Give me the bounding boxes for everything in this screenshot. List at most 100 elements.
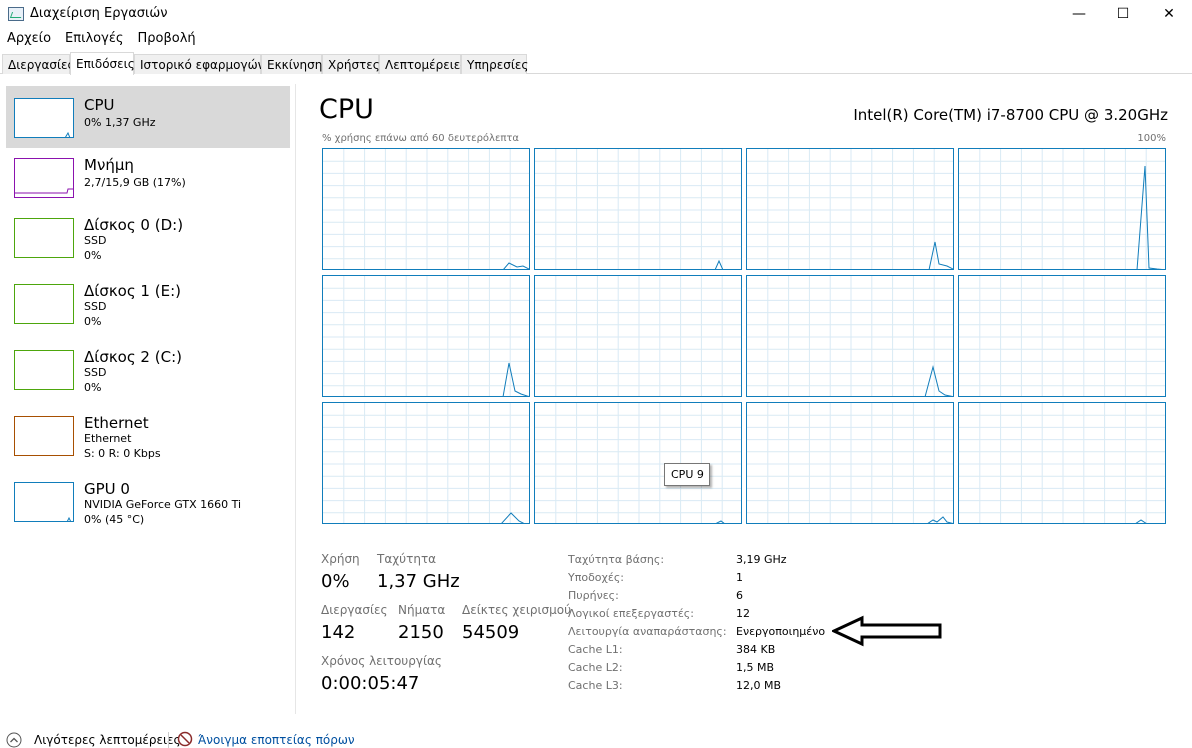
disk-thumbnail-graph bbox=[14, 350, 74, 390]
cpu-core-graph-5[interactable] bbox=[534, 275, 742, 397]
speed-value: 1,37 GHz bbox=[377, 571, 460, 592]
sidebar-item-gpu-0[interactable]: GPU 0 NVIDIA GeForce GTX 1660 Ti 0% (45 … bbox=[6, 470, 290, 532]
spec-label: Υποδοχές: bbox=[568, 571, 624, 584]
processes-value: 142 bbox=[321, 622, 356, 643]
tab-processes[interactable]: Διεργασίες bbox=[2, 54, 75, 74]
spec-value: 1,5 MB bbox=[736, 661, 775, 674]
cpu-core-graph-0[interactable] bbox=[322, 148, 530, 270]
minimize-button[interactable]: — bbox=[1056, 0, 1102, 28]
handles-value: 54509 bbox=[462, 622, 520, 643]
close-button[interactable]: ✕ bbox=[1146, 0, 1192, 28]
processes-label: Διεργασίες bbox=[321, 603, 388, 617]
uptime-value: 0:00:05:47 bbox=[321, 673, 420, 694]
sidebar-item-disk-2[interactable]: Δίσκος 2 (C:) SSD 0% bbox=[6, 338, 290, 400]
sidebar-item-title: GPU 0 bbox=[84, 480, 130, 498]
footer-bar: Λιγότερες λεπτομέρειες Άνοιγμα εποπτείας… bbox=[0, 728, 1192, 748]
sidebar-item-title: Δίσκος 2 (C:) bbox=[84, 348, 182, 366]
cpu-model-name: Intel(R) Core(TM) i7-8700 CPU @ 3.20GHz bbox=[853, 106, 1168, 124]
sidebar-item-disk-1[interactable]: Δίσκος 1 (E:) SSD 0% bbox=[6, 272, 290, 334]
spec-label: Cache L2: bbox=[568, 661, 623, 674]
sidebar-item-type: SSD bbox=[84, 366, 107, 379]
sidebar-item-title: CPU bbox=[84, 96, 115, 114]
title-bar: Διαχείριση Εργασιών — ☐ ✕ bbox=[0, 0, 1192, 28]
sidebar-item-title: Δίσκος 1 (E:) bbox=[84, 282, 181, 300]
spec-value: 12,0 MB bbox=[736, 679, 782, 692]
cpu-core-graph-7[interactable] bbox=[958, 275, 1166, 397]
cpu-core-graph-1[interactable] bbox=[534, 148, 742, 270]
threads-value: 2150 bbox=[398, 622, 444, 643]
spec-value: 12 bbox=[736, 607, 750, 620]
spec-label: Cache L3: bbox=[568, 679, 623, 692]
threads-label: Νήματα bbox=[398, 603, 446, 617]
sidebar-item-detail: S: 0 R: 0 Kbps bbox=[84, 447, 161, 460]
menu-file[interactable]: Αρχείο bbox=[0, 28, 58, 50]
sidebar-item-detail: 2,7/15,9 GB (17%) bbox=[84, 176, 186, 189]
graph-tooltip: CPU 9 bbox=[664, 463, 710, 486]
sidebar-item-memory[interactable]: Μνήμη 2,7/15,9 GB (17%) bbox=[6, 146, 290, 208]
sidebar-item-detail: 0% bbox=[84, 315, 102, 328]
resource-monitor-icon[interactable] bbox=[177, 731, 193, 747]
usage-label: Χρήση bbox=[321, 552, 360, 566]
sidebar-item-title: Δίσκος 0 (D:) bbox=[84, 216, 184, 234]
disk-thumbnail-graph bbox=[14, 284, 74, 324]
sidebar-item-type: SSD bbox=[84, 300, 107, 313]
footer-divider bbox=[168, 732, 169, 748]
tab-performance[interactable]: Επιδόσεις bbox=[70, 52, 135, 75]
tab-users[interactable]: Χρήστες bbox=[322, 54, 380, 74]
spec-label: Ταχύτητα βάσης: bbox=[568, 553, 665, 566]
spec-label: Πυρήνες: bbox=[568, 589, 619, 602]
spec-label: Λογικοί επεξεργαστές: bbox=[568, 607, 694, 620]
annotation-arrow-icon bbox=[832, 615, 942, 647]
sidebar-item-detail: 0% bbox=[84, 249, 102, 262]
usage-value: 0% bbox=[321, 571, 350, 592]
cpu-core-graph-2[interactable] bbox=[746, 148, 954, 270]
spec-label: Λειτουργία αναπαράστασης: bbox=[568, 625, 727, 638]
cpu-core-graph-6[interactable] bbox=[746, 275, 954, 397]
uptime-label: Χρόνος λειτουργίας bbox=[321, 654, 442, 668]
page-title: CPU bbox=[319, 94, 374, 125]
spec-value: Ενεργοποιημένο bbox=[736, 625, 826, 638]
open-resource-monitor-link[interactable]: Άνοιγμα εποπτείας πόρων bbox=[198, 733, 355, 747]
window-title: Διαχείριση Εργασιών bbox=[30, 6, 168, 21]
spec-value: 3,19 GHz bbox=[736, 553, 787, 566]
menu-view[interactable]: Προβολή bbox=[130, 28, 202, 50]
sidebar-item-disk-0[interactable]: Δίσκος 0 (D:) SSD 0% bbox=[6, 206, 290, 268]
resource-sidebar: CPU 0% 1,37 GHz Μνήμη 2,7/15,9 GB (17%) … bbox=[0, 84, 296, 714]
cpu-core-graph-9[interactable] bbox=[534, 402, 742, 524]
sidebar-item-type: NVIDIA GeForce GTX 1660 Ti bbox=[84, 498, 242, 511]
tab-startup[interactable]: Εκκίνηση bbox=[261, 54, 322, 74]
cpu-core-graph-8[interactable] bbox=[322, 402, 530, 524]
sidebar-item-detail: 0% 1,37 GHz bbox=[84, 116, 156, 129]
ethernet-thumbnail-graph bbox=[14, 416, 74, 456]
memory-thumbnail-graph bbox=[14, 158, 74, 198]
cpu-core-graph-3[interactable] bbox=[958, 148, 1166, 270]
fewer-details-link[interactable]: Λιγότερες λεπτομέρειες bbox=[34, 733, 181, 747]
sidebar-item-detail: 0% (45 °C) bbox=[84, 513, 145, 526]
chevron-up-icon[interactable] bbox=[6, 732, 22, 748]
tab-app-history[interactable]: Ιστορικό εφαρμογών bbox=[134, 54, 264, 74]
maximize-button[interactable]: ☐ bbox=[1100, 0, 1146, 28]
tab-bar: Διεργασίες Επιδόσεις Ιστορικό εφαρμογών … bbox=[0, 52, 1192, 75]
task-manager-icon bbox=[8, 7, 24, 21]
gpu-thumbnail-graph bbox=[14, 482, 74, 522]
spec-value: 384 KB bbox=[736, 643, 776, 656]
cpu-core-graph-4[interactable] bbox=[322, 275, 530, 397]
speed-label: Ταχύτητα bbox=[377, 552, 437, 566]
spec-label: Cache L1: bbox=[568, 643, 623, 656]
sidebar-item-title: Ethernet bbox=[84, 414, 149, 432]
spec-value: 1 bbox=[736, 571, 743, 584]
tab-details[interactable]: Λεπτομέρειες bbox=[379, 54, 467, 74]
handles-label: Δείκτες χειρισμού bbox=[462, 603, 572, 617]
cpu-core-graph-11[interactable] bbox=[958, 402, 1166, 524]
menu-bar: Αρχείο Επιλογές Προβολή bbox=[0, 28, 203, 50]
graph-max-label: 100% bbox=[1137, 133, 1166, 144]
spec-value: 6 bbox=[736, 589, 743, 602]
sidebar-item-ethernet[interactable]: Ethernet Ethernet S: 0 R: 0 Kbps bbox=[6, 404, 290, 466]
menu-options[interactable]: Επιλογές bbox=[58, 28, 130, 50]
disk-thumbnail-graph bbox=[14, 218, 74, 258]
cpu-core-graph-10[interactable] bbox=[746, 402, 954, 524]
sidebar-item-title: Μνήμη bbox=[84, 156, 134, 174]
tab-services[interactable]: Υπηρεσίες bbox=[461, 54, 528, 74]
sidebar-item-cpu[interactable]: CPU 0% 1,37 GHz bbox=[6, 86, 290, 148]
graph-caption: % χρήσης επάνω από 60 δευτερόλεπτα bbox=[322, 133, 519, 144]
